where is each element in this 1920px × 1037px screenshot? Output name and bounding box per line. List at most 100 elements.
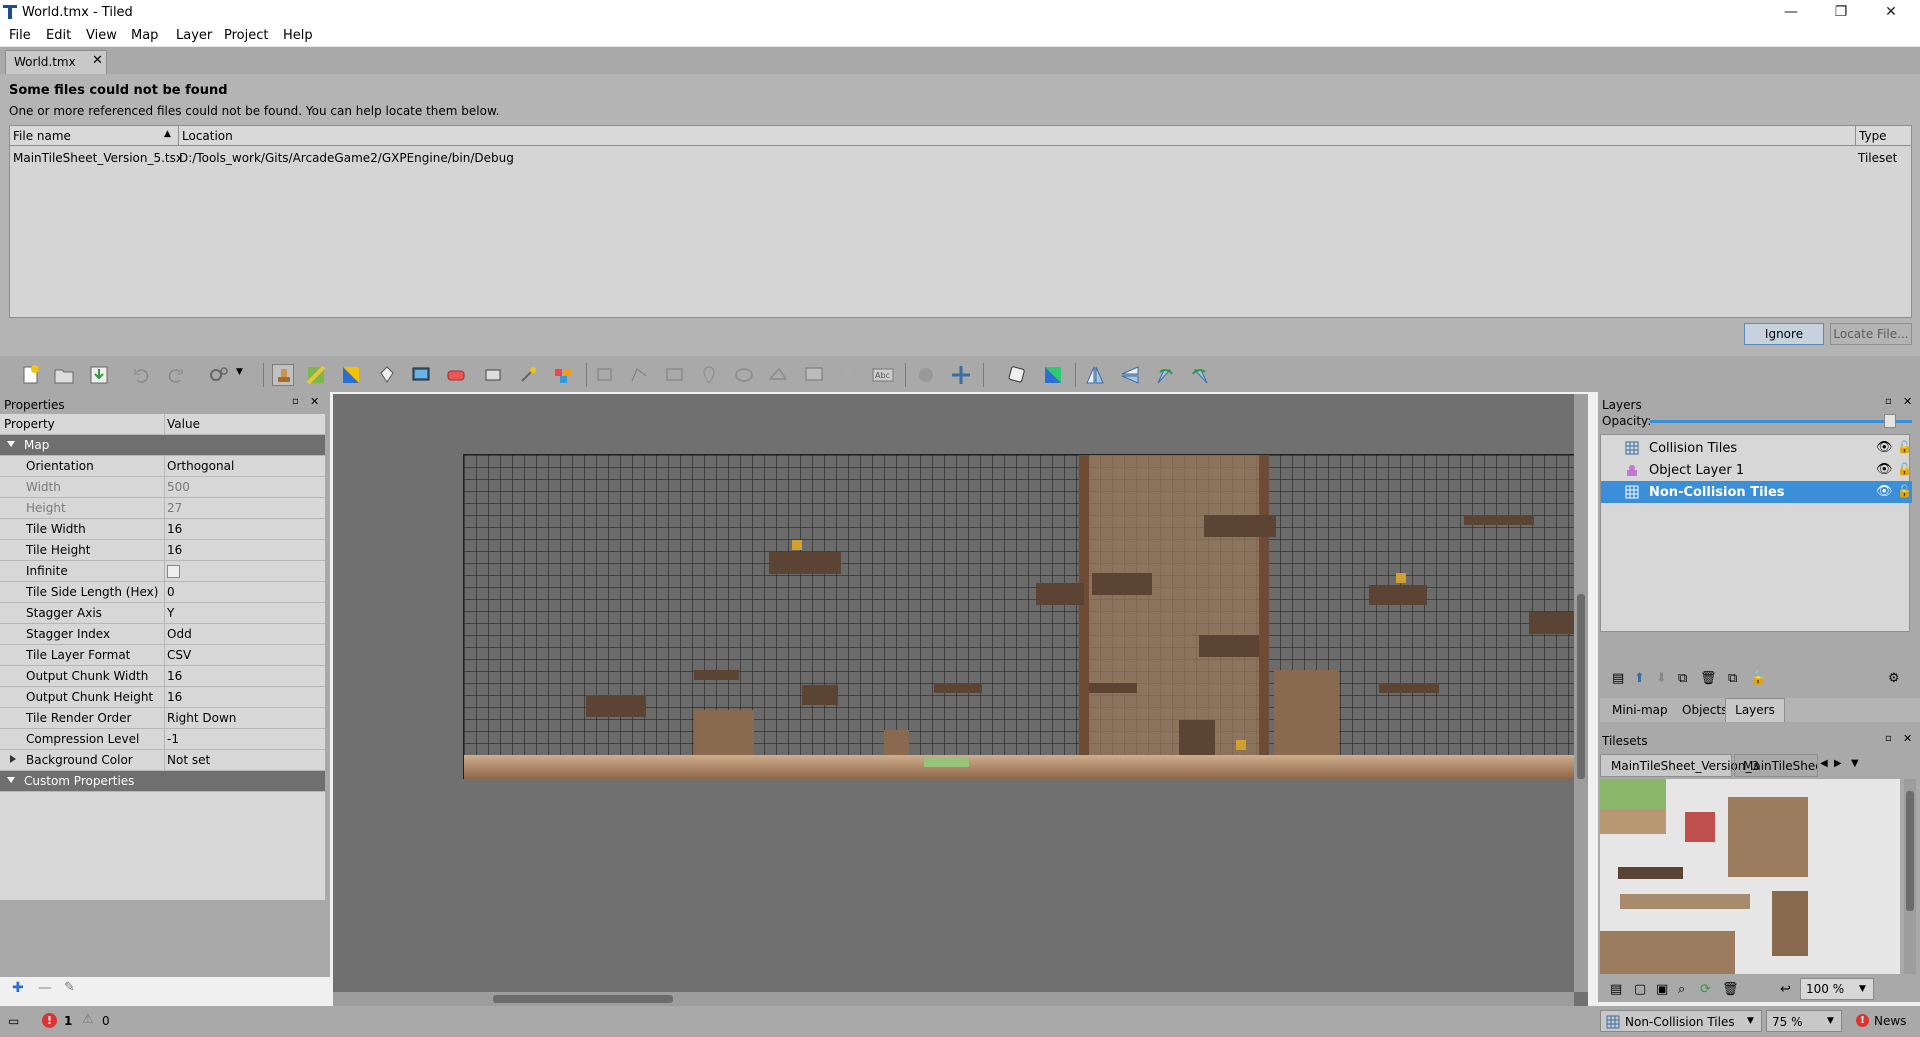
replace-tileset-icon[interactable]: ⟳ <box>1700 982 1711 997</box>
new-file-icon[interactable] <box>20 364 42 386</box>
property-row-infinite[interactable]: Infinite <box>0 561 325 582</box>
property-row-tile-layer-format[interactable]: Tile Layer Format CSV <box>0 645 325 666</box>
move-layer-icon[interactable] <box>950 364 972 386</box>
tileset-tile[interactable] <box>1600 779 1666 809</box>
remove-property-icon[interactable]: — <box>38 980 52 996</box>
layer-item-object-layer-1[interactable]: Object Layer 1 👁 🔓 <box>1601 459 1912 481</box>
terrain-brush-icon[interactable] <box>305 364 327 386</box>
expand-arrow-icon[interactable] <box>7 441 15 447</box>
bucket-fill-icon[interactable] <box>375 364 397 386</box>
commands-icon[interactable] <box>208 364 230 386</box>
tileset-scroll-thumb[interactable] <box>1906 791 1914 911</box>
property-row-orientation[interactable]: Orientation Orthogonal <box>0 456 325 477</box>
insert-rectangle-icon[interactable] <box>664 364 686 386</box>
menu-view[interactable]: View <box>86 28 117 43</box>
layer-item-non-collision-tiles[interactable]: Non-Collision Tiles 👁 🔓 <box>1601 481 1912 503</box>
property-value[interactable]: 16 <box>167 690 182 704</box>
layer-properties-icon[interactable]: ⚙ <box>1888 671 1900 686</box>
property-value[interactable]: Orthogonal <box>167 459 234 473</box>
rectangular-select-icon[interactable] <box>482 364 504 386</box>
insert-polygon-icon[interactable] <box>767 364 789 386</box>
tab-tileset-truncated[interactable]: MainTileSheet_V <box>1734 754 1818 777</box>
warning-icon[interactable]: ⚠ <box>82 1012 94 1027</box>
property-row-output-chunk-width[interactable]: Output Chunk Width 16 <box>0 666 325 687</box>
property-row-compression-level[interactable]: Compression Level -1 <box>0 729 325 750</box>
select-same-tile-icon[interactable] <box>552 364 574 386</box>
tileset-vertical-scrollbar[interactable] <box>1904 779 1916 974</box>
horizontal-scroll-thumb[interactable] <box>493 995 673 1003</box>
raise-layer-icon[interactable]: ⬆ <box>1634 671 1645 686</box>
float-panel-icon[interactable]: ▫ <box>292 396 299 407</box>
edit-polygons-icon[interactable] <box>628 364 650 386</box>
current-layer-select[interactable]: Non-Collision Tiles ▼ <box>1600 1010 1762 1032</box>
news-button[interactable]: News <box>1874 1014 1906 1028</box>
tileset-tile[interactable] <box>1685 812 1715 842</box>
select-objects-icon[interactable] <box>594 364 616 386</box>
add-property-icon[interactable]: ✚ <box>12 980 24 996</box>
menu-project[interactable]: Project <box>224 28 268 43</box>
close-panel-icon[interactable]: ✕ <box>310 395 319 408</box>
rotate-left-icon[interactable] <box>1154 364 1176 386</box>
close-panel-icon[interactable]: ✕ <box>1903 395 1912 408</box>
menu-layer[interactable]: Layer <box>176 28 212 43</box>
tileset-tile[interactable] <box>1620 894 1750 909</box>
vertical-scroll-thumb[interactable] <box>1577 594 1585 779</box>
eye-icon[interactable]: 👁 <box>1876 484 1893 499</box>
lock-other-layers-icon[interactable]: 🔒 <box>1750 671 1766 686</box>
menu-help[interactable]: Help <box>283 28 313 43</box>
eraser-icon[interactable] <box>445 364 467 386</box>
layer-item-collision-tiles[interactable]: Collision Tiles 👁 🔓 <box>1601 437 1912 459</box>
menu-file[interactable]: File <box>9 28 31 43</box>
insert-ellipse-icon[interactable] <box>733 364 755 386</box>
world-tool-icon[interactable] <box>915 364 937 386</box>
infinite-checkbox[interactable] <box>167 565 180 578</box>
edit-tileset-icon[interactable]: ⌕ <box>1678 982 1685 997</box>
undo-icon[interactable] <box>130 364 152 386</box>
insert-point-icon[interactable] <box>698 364 720 386</box>
wang-brush-icon[interactable] <box>340 364 362 386</box>
layer-list[interactable]: Collision Tiles 👁 🔓 Object Layer 1 👁 🔓 N… <box>1600 434 1912 632</box>
tileset-tile[interactable] <box>1618 867 1683 879</box>
error-icon[interactable]: ! <box>42 1013 57 1028</box>
tileset-tile[interactable] <box>1600 931 1735 974</box>
new-tileset-icon[interactable]: ▤ <box>1610 982 1622 997</box>
eye-icon[interactable]: 👁 <box>1876 440 1893 455</box>
remove-tileset-icon[interactable]: 🗑 <box>1722 982 1739 997</box>
export-tileset-icon[interactable]: ▣ <box>1656 982 1668 997</box>
eye-icon[interactable]: 👁 <box>1876 462 1893 477</box>
flip-vertical-icon[interactable] <box>1119 364 1141 386</box>
property-value[interactable]: 16 <box>167 669 182 683</box>
opacity-slider-handle[interactable] <box>1884 414 1896 428</box>
property-row-background-color[interactable]: Background Color Not set <box>0 750 325 771</box>
property-row-stagger-axis[interactable]: Stagger Axis Y <box>0 603 325 624</box>
insert-template-icon[interactable] <box>837 364 859 386</box>
float-panel-icon[interactable]: ▫ <box>1885 396 1892 407</box>
warning-count[interactable]: 0 <box>102 1014 110 1028</box>
tab-objects[interactable]: Objects <box>1682 703 1727 717</box>
property-value[interactable]: 0 <box>167 585 175 599</box>
tileset-tile[interactable] <box>1728 797 1808 877</box>
group-map[interactable]: Map <box>0 435 325 456</box>
wang-fill-mode-icon[interactable] <box>1042 364 1064 386</box>
property-row-stagger-index[interactable]: Stagger Index Odd <box>0 624 325 645</box>
expand-arrow-icon[interactable] <box>10 755 16 763</box>
random-mode-icon[interactable] <box>1006 364 1028 386</box>
news-alert-icon[interactable]: ! <box>1856 1014 1869 1027</box>
tileset-tile[interactable] <box>1600 809 1666 834</box>
rotate-right-icon[interactable] <box>1189 364 1211 386</box>
chevron-down-icon[interactable]: ▼ <box>236 367 243 377</box>
property-value[interactable]: Y <box>167 606 174 620</box>
close-window-button[interactable]: ✕ <box>1868 0 1914 25</box>
embed-tileset-icon[interactable]: ▢ <box>1634 982 1646 997</box>
toggle-other-layers-icon[interactable]: ⧉ <box>1728 671 1737 686</box>
tab-world-tmx[interactable]: World.tmx ✕ <box>5 50 107 74</box>
lock-icon[interactable]: 🔓 <box>1897 440 1912 454</box>
close-panel-icon[interactable]: ✕ <box>1903 732 1912 745</box>
error-count[interactable]: 1 <box>64 1014 72 1028</box>
console-icon[interactable]: ▭ <box>8 1014 19 1028</box>
menu-edit[interactable]: Edit <box>46 28 71 43</box>
close-tab-icon[interactable]: ✕ <box>92 53 103 68</box>
property-row-tile-side-length[interactable]: Tile Side Length (Hex) 0 <box>0 582 325 603</box>
minimize-button[interactable]: — <box>1768 0 1814 25</box>
scroll-tabs-right-icon[interactable]: ▶ <box>1834 758 1842 769</box>
